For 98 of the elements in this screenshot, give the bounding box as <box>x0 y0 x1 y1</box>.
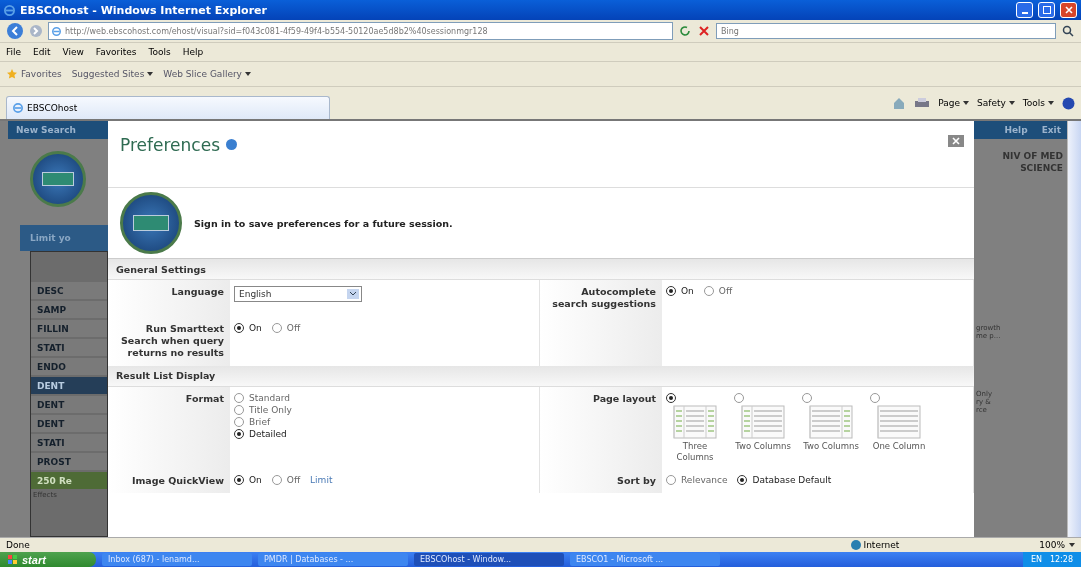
minimize-button[interactable] <box>1016 2 1033 18</box>
list-item[interactable]: DESC <box>31 282 107 299</box>
caret-icon <box>1008 101 1015 105</box>
search-icon[interactable] <box>1061 24 1075 38</box>
status-text: Done <box>6 540 30 550</box>
favorites-link[interactable]: Web Slice Gallery <box>163 69 251 79</box>
browser-tab[interactable]: EBSCOhost <box>6 96 330 119</box>
caret-icon <box>963 101 970 105</box>
clock-text: 12:28 <box>1049 555 1073 564</box>
menu-item[interactable]: Edit <box>33 47 51 57</box>
menu-item[interactable]: Help <box>182 47 204 57</box>
command-menu[interactable]: Safety <box>977 98 1015 108</box>
dropdown-icon <box>347 289 359 299</box>
caret-icon <box>1048 101 1054 105</box>
back-icon[interactable] <box>6 22 24 40</box>
search-field[interactable]: Bing <box>716 23 1056 39</box>
layout-thumbnail <box>673 404 717 439</box>
command-menu[interactable]: Tools <box>1022 98 1054 108</box>
printer-icon[interactable] <box>914 97 931 109</box>
address-field[interactable]: http://web.ebscohost.com/ehost/visual?sid=f043c081-4f59-49f4-b554-50120ae5d8b2%40sessionmgr128 <box>48 22 673 40</box>
radio-button[interactable]: Database Default <box>737 474 832 485</box>
list-item[interactable]: STATI <box>31 434 107 451</box>
start-button[interactable]: start <box>0 552 96 567</box>
section-header: General Settings <box>108 259 974 280</box>
radio-button[interactable]: Off <box>271 474 301 485</box>
list-item[interactable]: DENT <box>31 377 107 394</box>
zoom-control[interactable]: 100% <box>1039 540 1075 550</box>
home-icon[interactable] <box>892 96 907 110</box>
maximize-button[interactable] <box>1038 2 1055 18</box>
caret-icon <box>147 72 154 76</box>
limit-header: Limit yo <box>20 225 108 251</box>
list-item[interactable]: STATI <box>31 339 107 356</box>
browser-icon <box>13 103 23 113</box>
close-button[interactable] <box>1060 2 1077 18</box>
radio-button[interactable]: On <box>666 286 694 296</box>
maximize-icon <box>1042 6 1051 14</box>
list-item[interactable]: DENT <box>31 396 107 413</box>
command-menu[interactable]: Page <box>938 98 970 108</box>
layout-thumbnail <box>877 404 921 439</box>
radio-button[interactable]: Off <box>271 322 301 333</box>
menu-item[interactable]: Tools <box>148 47 171 57</box>
radio-button[interactable] <box>802 392 812 403</box>
radio-button[interactable] <box>870 392 880 403</box>
menu-item[interactable]: File <box>6 47 22 57</box>
browser-icon <box>52 26 61 36</box>
page-top-bar: New Search <box>8 121 108 139</box>
layout-thumbnail <box>741 404 785 439</box>
caret-icon <box>1069 543 1075 547</box>
radio-button[interactable]: Brief <box>234 416 271 427</box>
results-label: 250 Re <box>31 472 107 489</box>
logo-icon <box>30 151 86 207</box>
list-item[interactable]: FILLIN <box>31 320 107 337</box>
layout-caption: Two Columns <box>735 440 791 452</box>
browser-icon <box>4 4 15 16</box>
list-item[interactable]: DENT <box>31 415 107 432</box>
url-text: http://web.ebscohost.com/ehost/visual?sid=f043c081-4f59-49f4-b554-50120ae5d8b2%40sessionmgr128 <box>65 26 488 36</box>
taskbar-button[interactable]: EBSCOhost - Window... <box>414 553 564 566</box>
radio-button[interactable]: Title Only <box>234 404 292 415</box>
layout-caption: Three Columns <box>675 440 715 463</box>
caret-icon <box>244 72 251 76</box>
radio-button[interactable]: On <box>234 322 262 333</box>
radio-button[interactable]: On <box>234 474 262 485</box>
close-button[interactable] <box>948 135 964 147</box>
header-link[interactable]: Exit <box>1041 125 1061 135</box>
zone-text: Internet <box>850 540 900 550</box>
list-item[interactable]: SAMP <box>31 301 107 318</box>
window-title: EBSCOhost - Windows Internet Explorer <box>20 3 268 17</box>
scrollbar[interactable] <box>1067 121 1081 537</box>
radio-button[interactable] <box>734 392 744 403</box>
institution-name: NIV OF MED SCIENCE <box>1001 150 1064 175</box>
star-icon <box>6 68 18 80</box>
language-indicator: EN <box>1030 555 1042 564</box>
refresh-icon[interactable] <box>678 24 692 38</box>
close-icon <box>952 137 960 145</box>
stop-icon[interactable] <box>697 24 711 38</box>
limit-link[interactable]: Limit <box>310 474 333 485</box>
radio-button[interactable] <box>666 392 676 403</box>
layout-thumbnail <box>809 404 853 439</box>
menu-item[interactable]: Favorites <box>95 47 137 57</box>
menu-item[interactable]: View <box>62 47 84 57</box>
radio-button[interactable]: Off <box>703 286 733 296</box>
radio-button[interactable]: Relevance <box>666 474 728 485</box>
list-item[interactable]: ENDO <box>31 358 107 375</box>
language-select[interactable]: English <box>234 286 362 302</box>
section-header: Result List Display <box>108 365 974 387</box>
sign-in-message: Sign in to save preferences for a future session. <box>194 217 453 229</box>
header-link[interactable]: Help <box>1004 125 1028 135</box>
radio-button[interactable]: Standard <box>234 392 290 403</box>
windows-flag-icon <box>8 554 18 565</box>
list-item[interactable]: PROST <box>31 453 107 470</box>
dialog-title: Preferences <box>120 135 220 155</box>
layout-caption: Two Columns <box>803 440 859 452</box>
close-icon <box>1064 6 1073 14</box>
layout-caption: One Column <box>872 440 926 452</box>
forward-icon[interactable] <box>29 24 43 38</box>
favorites-link[interactable]: Suggested Sites <box>71 69 154 79</box>
radio-button[interactable]: Detailed <box>234 428 287 439</box>
favorites-button[interactable]: Favorites <box>6 68 62 80</box>
